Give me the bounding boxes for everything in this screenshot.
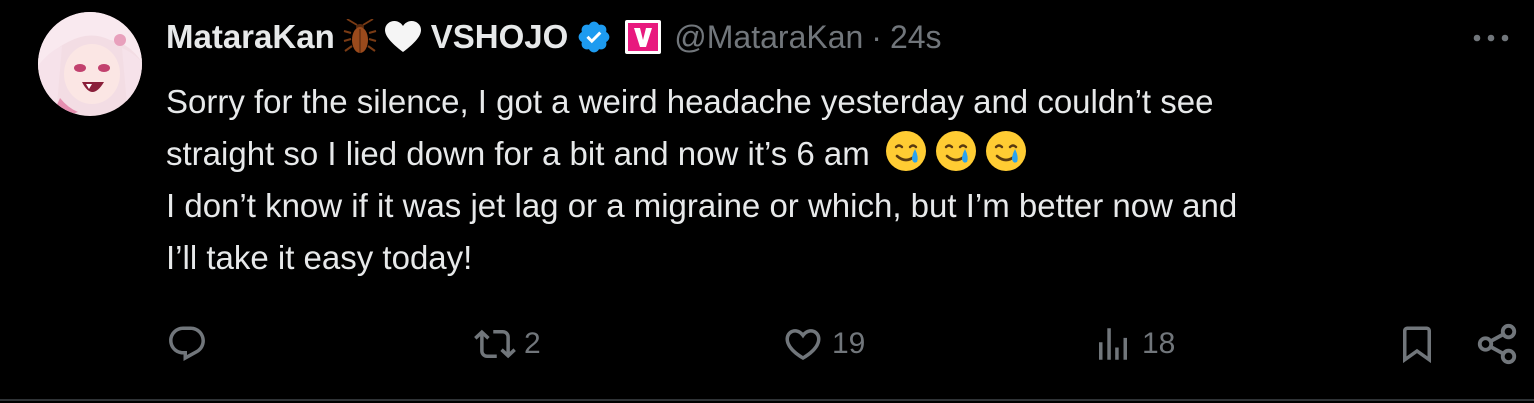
smiling-face-with-tear-icon bbox=[935, 131, 976, 171]
retweet-icon bbox=[474, 329, 516, 359]
like-count: 19 bbox=[832, 327, 866, 360]
bookmark-button[interactable] bbox=[1396, 316, 1438, 372]
bookmark-icon bbox=[1403, 326, 1431, 364]
avatar[interactable] bbox=[38, 12, 142, 116]
tweet-text-line: straight so I lied down for a bit and no… bbox=[166, 128, 1506, 180]
tweet-text: Sorry for the silence, I got a weird hea… bbox=[166, 76, 1506, 284]
verified-badge-icon[interactable] bbox=[576, 19, 612, 55]
tweet-text-line: I don’t know if it was jet lag or a migr… bbox=[166, 187, 1238, 224]
vshojo-affiliate-badge-icon[interactable] bbox=[624, 19, 662, 55]
tweet-divider bbox=[0, 399, 1534, 401]
smiling-face-with-tear-icon bbox=[985, 131, 1026, 171]
tweet-text-line: I’ll take it easy today! bbox=[166, 239, 473, 276]
emoji-group bbox=[878, 131, 1028, 172]
more-options-icon bbox=[1473, 34, 1509, 42]
reply-button[interactable] bbox=[166, 316, 216, 372]
views-button[interactable]: 18 bbox=[1092, 316, 1175, 372]
retweet-count: 2 bbox=[524, 327, 541, 360]
share-button[interactable] bbox=[1474, 316, 1520, 372]
timestamp[interactable]: 24s bbox=[890, 19, 942, 56]
more-options-button[interactable] bbox=[1470, 20, 1512, 56]
views-count: 18 bbox=[1142, 327, 1176, 360]
tweet-text-line: Sorry for the silence, I got a weird hea… bbox=[166, 83, 1214, 120]
affiliation-name: VSHOJO bbox=[430, 18, 569, 55]
tweet-header: MataraKan VSHOJO @MataraKan · 24s bbox=[166, 14, 942, 60]
smiling-face-with-tear-icon bbox=[885, 131, 926, 171]
user-handle[interactable]: @MataraKan bbox=[674, 19, 863, 56]
meta-separator: · bbox=[871, 18, 882, 55]
like-button[interactable]: 19 bbox=[782, 316, 865, 372]
white-heart-icon bbox=[384, 21, 421, 53]
cockroach-icon bbox=[343, 19, 377, 55]
share-icon bbox=[1477, 323, 1517, 365]
reply-icon bbox=[169, 326, 205, 361]
display-name[interactable]: MataraKan bbox=[166, 18, 335, 56]
tweet-action-bar: 2 19 18 bbox=[0, 316, 1534, 372]
heart-icon bbox=[785, 329, 821, 361]
retweet-button[interactable]: 2 bbox=[474, 316, 541, 372]
tweet-card[interactable]: MataraKan VSHOJO @MataraKan · 24s Sorry … bbox=[0, 0, 1534, 401]
views-icon bbox=[1099, 328, 1127, 360]
